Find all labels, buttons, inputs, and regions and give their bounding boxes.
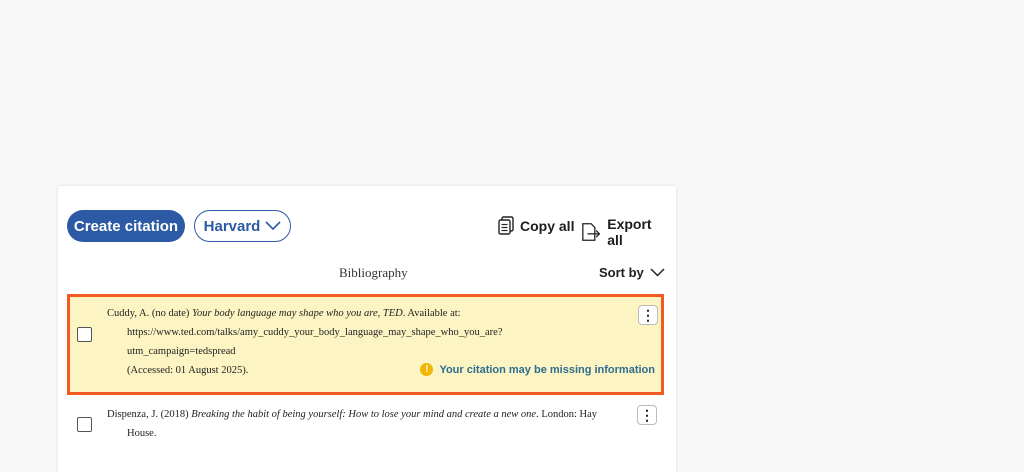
citation-style-label: Harvard [203,217,261,235]
copy-icon [498,216,514,235]
copy-all-label: Copy all [520,217,575,234]
citation-rest: . London: Hay [536,409,598,420]
citation-title: Breaking the habit of being yourself: Ho… [191,409,537,420]
citation-menu-button[interactable]: ⋮ [637,405,657,425]
copy-all-button[interactable]: Copy all [498,216,574,235]
create-citation-button[interactable]: Create citation [67,210,185,242]
citation-checkbox[interactable] [77,327,92,342]
chevron-down-icon [265,221,281,231]
more-vertical-icon: ⋮ [641,306,655,323]
citation-item[interactable]: Dispenza, J. (2018) Breaking the habit o… [67,402,664,450]
citation-checkbox[interactable] [77,417,92,432]
sort-by-label: Sort by [599,265,644,280]
citation-menu-button[interactable]: ⋮ [638,305,658,325]
citation-url: https://www.ted.com/talks/amy_cuddy_your… [127,327,503,357]
missing-info-warning[interactable]: ! Your citation may be missing informati… [420,363,655,376]
export-icon [582,223,601,241]
citation-title: Your body language may shape who you are… [192,308,403,319]
citation-continuation: House. [127,428,157,439]
toolbar: Create citation Harvard Copy all Export … [67,210,666,248]
citation-text: Dispenza, J. (2018) Breaking the habit o… [107,405,617,443]
export-all-button[interactable]: Export all [581,216,666,248]
warning-label: Your citation may be missing information [439,363,655,376]
citation-author-date: Cuddy, A. (no date) [107,308,193,319]
bibliography-heading: Bibliography [339,265,408,280]
citation-rest: . Available at: [402,308,461,319]
sort-by-dropdown[interactable]: Sort by [599,265,665,280]
warning-icon: ! [420,363,434,376]
export-all-label: Export all [607,216,652,248]
citation-item[interactable]: Cuddy, A. (no date) Your body language m… [67,294,664,395]
chevron-down-icon [650,268,665,277]
citation-style-dropdown[interactable]: Harvard [194,210,291,242]
bibliography-panel: Create citation Harvard Copy all Export … [58,186,676,472]
more-vertical-icon: ⋮ [640,406,654,423]
citation-author-date: Dispenza, J. (2018) [107,409,192,420]
